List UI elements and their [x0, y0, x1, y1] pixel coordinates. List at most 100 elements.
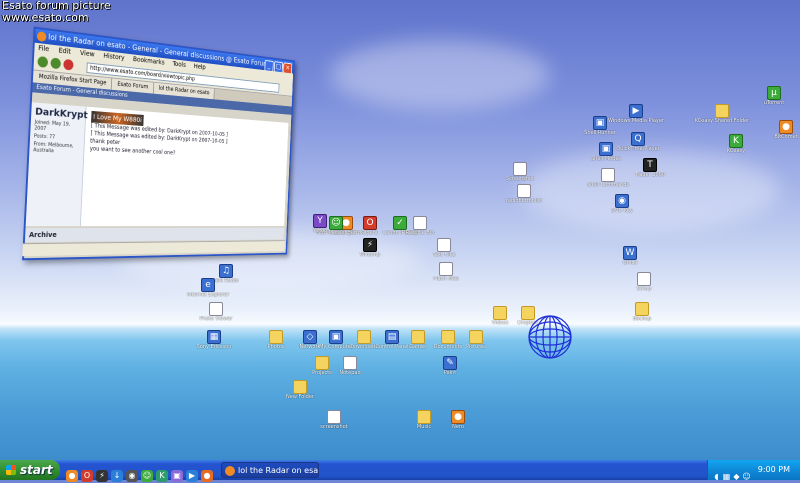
cloud	[330, 40, 550, 110]
document-icon	[327, 410, 341, 424]
taskbar: start ●O⚡↓◉☺K▣▶● lol the Radar on esat..…	[0, 460, 800, 482]
start-button[interactable]: start	[0, 460, 60, 480]
desktop-icon-label: Internet Explorer	[186, 292, 230, 298]
windows-flag-icon	[6, 465, 16, 475]
quick-launch: ● O ⚡ ↓ ◉ ☺ K ▣ ▶ ●	[66, 463, 216, 482]
desktop-icon[interactable]: screenshot	[304, 410, 364, 430]
app-icon: ●	[451, 410, 465, 424]
app-icon: µ	[767, 86, 781, 100]
desktop-icon[interactable]: ◉ DVD Key	[592, 194, 652, 214]
user-panel: DarkKrypt Joined: May 19, 2007 Posts: 77…	[25, 102, 88, 227]
system-tray: ◖ ▦ ◆ ☺ 9:00 PM	[707, 460, 800, 482]
document-icon	[437, 238, 451, 252]
disk-icon[interactable]: ◉	[126, 470, 138, 482]
desktop-icon[interactable]: µ uTorrent	[744, 86, 800, 106]
messenger-icon[interactable]: ☺	[141, 470, 153, 482]
forward-button[interactable]	[50, 57, 61, 70]
document-icon	[517, 184, 531, 198]
winamp-icon[interactable]: ⚡	[96, 470, 108, 482]
desktop-icon-label: Photo Viewer	[199, 316, 233, 322]
desktop-icon[interactable]: Y Yahoo	[290, 214, 350, 234]
messenger-tray-icon[interactable]: ☺	[742, 471, 751, 482]
desktop-icon[interactable]: ● Nero	[428, 410, 488, 430]
desktop-icon-label: Sony Ericsson	[196, 344, 232, 350]
opera-icon[interactable]: O	[81, 470, 93, 482]
picture-icon[interactable]: ▣	[171, 470, 183, 482]
security-icon[interactable]: ◆	[732, 471, 741, 482]
start-label: start	[20, 463, 53, 477]
stop-button[interactable]	[63, 58, 74, 71]
desktop-icon[interactable]: Text Files	[414, 238, 474, 258]
user-posts: Posts: 77	[33, 133, 56, 141]
desktop-icon-label: Paint	[443, 370, 457, 376]
menu-view[interactable]: View	[80, 49, 95, 58]
desktop-icon[interactable]: Pictures	[446, 330, 506, 350]
close-button[interactable]: ×	[283, 62, 293, 74]
document-icon	[637, 272, 651, 286]
desktop-icon[interactable]: Setup	[614, 272, 674, 292]
document-icon	[439, 262, 453, 276]
volume-icon[interactable]: ◖	[712, 471, 721, 482]
desktop-icon[interactable]: KCeasy Shared Folder	[692, 104, 752, 124]
desktop-icon-label: KCeasy	[726, 148, 746, 154]
desktop-icon-label: screenshot	[320, 424, 348, 430]
wireframe-globe-icon	[528, 315, 572, 359]
kceasy-icon[interactable]: K	[156, 470, 168, 482]
media-icon[interactable]: ▶	[186, 470, 198, 482]
menu-help[interactable]: Help	[194, 63, 206, 71]
download-icon[interactable]: ↓	[111, 470, 123, 482]
document-icon	[209, 302, 223, 316]
desktop-icon[interactable]: Shell Commands	[578, 168, 638, 188]
desktop-icon[interactable]: Screenshot	[490, 162, 550, 182]
desktop-icon-label: Screenshot	[506, 176, 534, 182]
firefox-icon[interactable]: ●	[66, 470, 78, 482]
minimize-button[interactable]: _	[264, 60, 274, 73]
desktop-icon[interactable]: Photo Viewer	[186, 302, 246, 322]
desktop-icon[interactable]: Backup	[612, 302, 672, 322]
document-icon	[513, 162, 527, 176]
desktop-icon[interactable]: ▦ Sony Ericsson	[184, 330, 244, 350]
network-icon[interactable]: ▦	[722, 471, 731, 482]
desktop-icon-label: New Folder	[286, 394, 314, 400]
nero-icon[interactable]: ●	[201, 470, 213, 482]
app-icon: e	[201, 278, 215, 292]
desktop-icon-label: Flash Files	[433, 276, 459, 282]
desktop-icon-label: Yahoo	[312, 228, 328, 234]
desktop-icon[interactable]: e Internet Explorer	[178, 278, 238, 298]
username[interactable]: DarkKrypt	[35, 107, 88, 122]
browser-window[interactable]: lol the Radar on esato - General - Gener…	[22, 26, 295, 261]
document-icon	[601, 168, 615, 182]
desktop-icon[interactable]: ⚡ Winamp	[340, 238, 400, 258]
desktop: Esato forum picture www.esato.com ▣ Shell…	[0, 0, 800, 460]
desktop-icon[interactable]: New Folder	[270, 380, 330, 400]
app-icon: T	[643, 158, 657, 172]
watermark: Esato forum picture www.esato.com	[2, 0, 111, 24]
app-icon: ▶	[629, 104, 643, 118]
folder-icon	[635, 302, 649, 316]
desktop-icon-label: Setup	[636, 286, 652, 292]
menu-history[interactable]: History	[103, 52, 124, 62]
back-button[interactable]	[37, 55, 49, 68]
maximize-button[interactable]: □	[273, 61, 283, 74]
folder-icon	[293, 380, 307, 394]
menu-edit[interactable]: Edit	[58, 47, 71, 56]
app-icon: K	[729, 134, 743, 148]
taskbar-window-button[interactable]: lol the Radar on esat...	[221, 462, 319, 478]
menu-file[interactable]: File	[38, 44, 49, 53]
firefox-icon	[225, 466, 235, 476]
desktop-icon[interactable]: ✎ Paint	[420, 356, 480, 376]
desktop-icon[interactable]: Flash Files	[416, 262, 476, 282]
desktop-icon-label: Backup	[632, 316, 652, 322]
desktop-icon[interactable]: W Office	[600, 246, 660, 266]
clock[interactable]: 9:00 PM	[758, 460, 790, 480]
desktop-icon[interactable]: K KCeasy	[706, 134, 766, 154]
document-icon	[343, 356, 357, 370]
folder-icon	[469, 330, 483, 344]
watermark-line2: www.esato.com	[2, 11, 89, 24]
desktop-icon[interactable]: ▶ Windows Media Player	[606, 104, 666, 124]
desktop-icon[interactable]: Recycle Bin	[390, 216, 450, 236]
desktop-icon[interactable]: Notepad	[320, 356, 380, 376]
menu-tools[interactable]: Tools	[172, 60, 186, 69]
folder-icon	[715, 104, 729, 118]
desktop-icon[interactable]: radiobuttonlist	[494, 184, 554, 204]
